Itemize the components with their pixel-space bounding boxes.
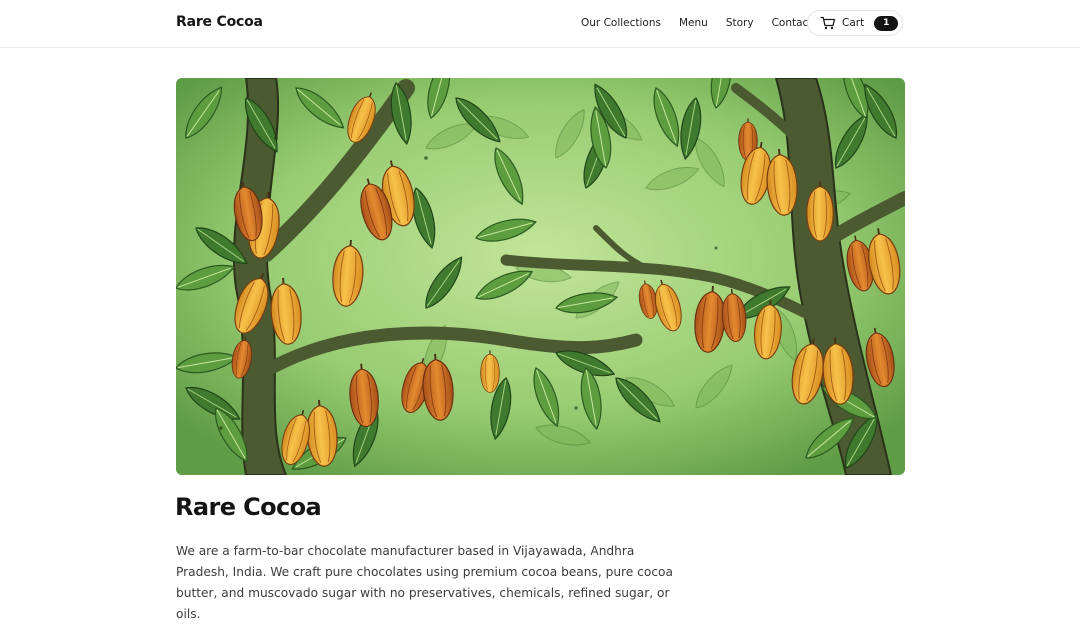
brand-logo[interactable]: Rare Cocoa	[176, 14, 263, 30]
cart-count-badge: 1	[874, 15, 899, 31]
page-title: Rare Cocoa	[175, 493, 322, 521]
cart-button[interactable]: Cart 1	[807, 10, 903, 36]
nav-story[interactable]: Story	[726, 17, 754, 29]
cart-icon	[820, 16, 836, 30]
nav-our-collections[interactable]: Our Collections	[581, 17, 661, 29]
hero-image	[176, 78, 905, 475]
nav-menu[interactable]: Menu	[679, 17, 708, 29]
cocoa-tree-illustration	[176, 78, 905, 475]
main-nav: Our Collections Menu Story Contact	[581, 17, 812, 29]
cart-label: Cart	[842, 17, 865, 29]
site-header: Rare Cocoa Our Collections Menu Story Co…	[0, 0, 1080, 48]
page-description: We are a farm-to-bar chocolate manufactu…	[176, 544, 673, 621]
